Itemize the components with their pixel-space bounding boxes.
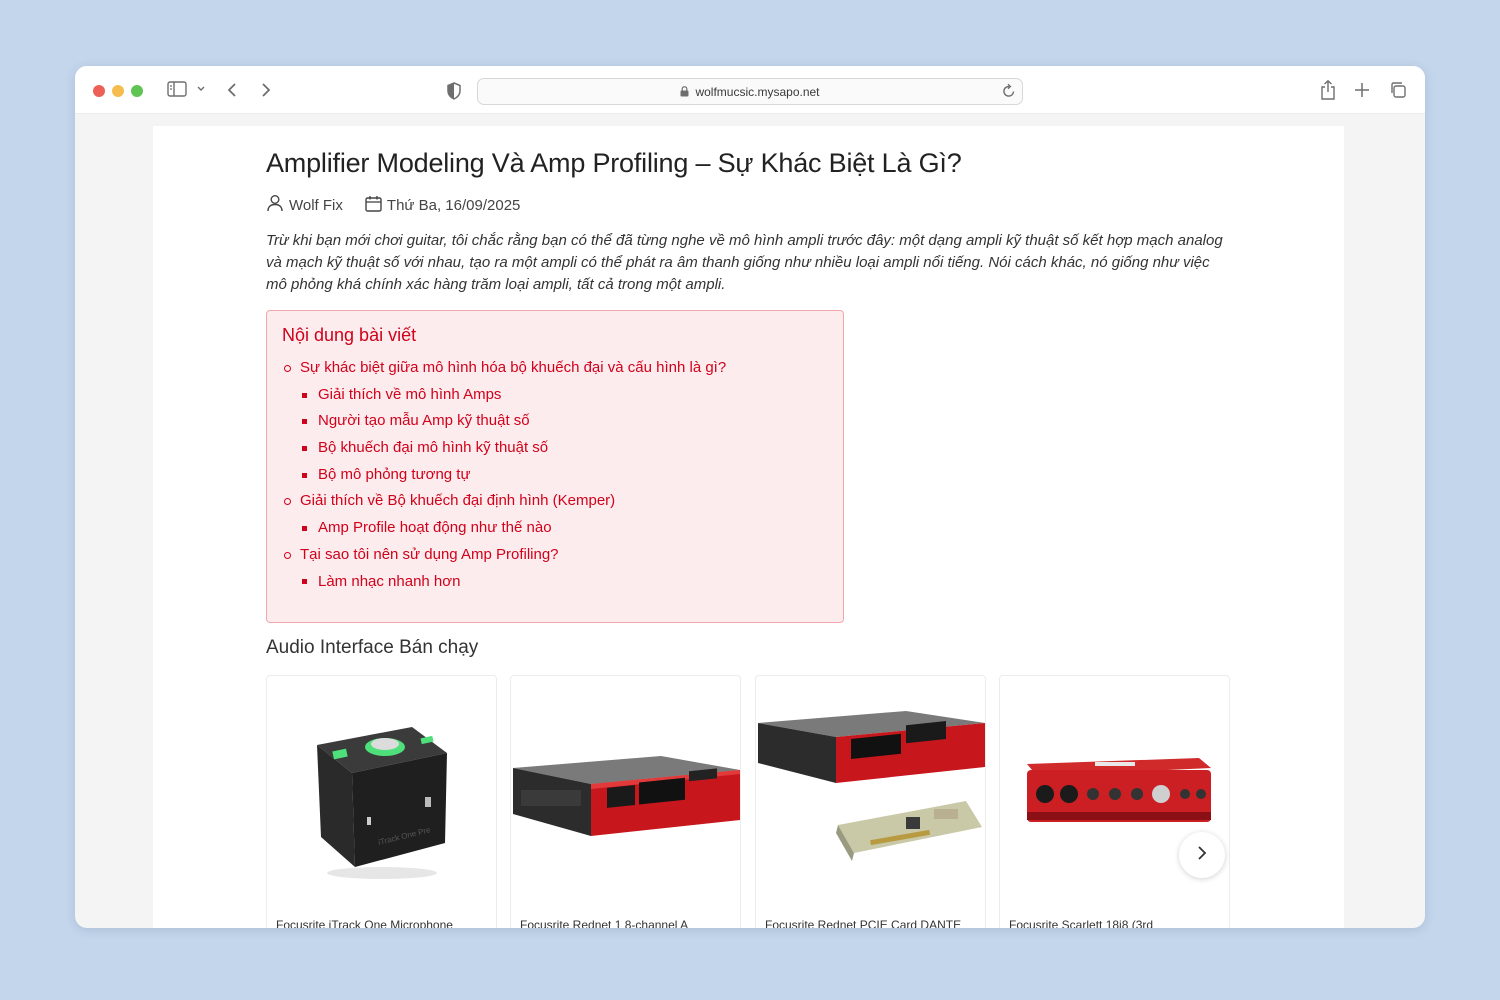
product-card[interactable]: Focusrite Rednet PCIE Card DANTE	[755, 675, 986, 928]
toc-item-label[interactable]: Làm nhạc nhanh hơn	[318, 569, 460, 596]
close-window-button[interactable]	[93, 85, 105, 97]
table-of-contents: Nội dung bài viết Sự khác biệt giữa mô h…	[266, 310, 844, 623]
publish-date: Thứ Ba, 16/09/2025	[365, 195, 520, 216]
shield-icon[interactable]	[446, 82, 462, 100]
square-bullet-icon	[302, 445, 307, 451]
article-intro: Trừ khi bạn mới chơi guitar, tôi chắc rằ…	[266, 232, 1223, 293]
toc-item[interactable]: Tại sao tôi nên sử dụng Amp Profiling?	[282, 542, 843, 569]
toc-item-label[interactable]: Tại sao tôi nên sử dụng Amp Profiling?	[300, 542, 559, 569]
reload-icon[interactable]	[1002, 83, 1016, 102]
toc-item[interactable]: Làm nhạc nhanh hơn	[282, 569, 843, 596]
new-tab-icon[interactable]	[1354, 82, 1370, 98]
url-text: wolfmucsic.mysapo.net	[695, 84, 820, 99]
minimize-window-button[interactable]	[112, 85, 124, 97]
chevron-down-icon[interactable]	[196, 85, 206, 93]
toc-title: Nội dung bài viết	[282, 325, 417, 345]
share-icon[interactable]	[1319, 79, 1337, 101]
toc-item[interactable]: Giải thích về mô hình Amps	[282, 382, 843, 409]
sidebar-icon[interactable]	[167, 81, 187, 97]
browser-toolbar: wolfmucsic.mysapo.net	[75, 66, 1425, 114]
chevron-right-icon	[1196, 844, 1208, 867]
browser-window: wolfmucsic.mysapo.net Amplifier Modeling…	[75, 66, 1425, 928]
address-bar[interactable]: wolfmucsic.mysapo.net	[477, 78, 1023, 105]
square-bullet-icon	[302, 579, 307, 585]
product-name[interactable]: Focusrite Rednet PCIE Card DANTE	[765, 918, 977, 928]
toc-item[interactable]: Sự khác biệt giữa mô hình hóa bộ khuếch …	[282, 355, 843, 382]
square-bullet-icon	[302, 392, 307, 398]
calendar-icon	[365, 195, 387, 216]
article-title: Amplifier Modeling Và Amp Profiling – Sự…	[266, 148, 962, 178]
toc-item[interactable]: Giải thích về Bộ khuếch đại định hình (K…	[282, 488, 843, 515]
circle-bullet-icon	[284, 498, 291, 506]
maximize-window-button[interactable]	[131, 85, 143, 97]
toc-item-label[interactable]: Giải thích về Bộ khuếch đại định hình (K…	[300, 488, 615, 515]
article-meta: Wolf Fix Thứ Ba, 16/09/2025	[266, 194, 542, 216]
product-image-itrack-one-pre[interactable]: iTrack One Pre	[267, 690, 496, 900]
toc-list: Sự khác biệt giữa mô hình hóa bộ khuếch …	[282, 355, 843, 595]
product-card[interactable]: iTrack One Pre Focusrite iTrack One Micr…	[266, 675, 497, 928]
square-bullet-icon	[302, 525, 307, 531]
carousel-next-button[interactable]	[1179, 832, 1225, 878]
toc-item[interactable]: Bộ mô phỏng tương tự	[282, 462, 843, 489]
user-icon	[266, 194, 289, 216]
toc-item-label[interactable]: Amp Profile hoạt động như thế nào	[318, 515, 552, 542]
square-bullet-icon	[302, 472, 307, 478]
product-name[interactable]: Focusrite Rednet 1 8-channel A	[520, 918, 732, 928]
toc-item-label[interactable]: Bộ mô phỏng tương tự	[318, 462, 471, 489]
toc-item[interactable]: Amp Profile hoạt động như thế nào	[282, 515, 843, 542]
product-card[interactable]: Focusrite Scarlett 18i8 (3rd	[999, 675, 1230, 928]
author[interactable]: Wolf Fix	[266, 194, 343, 216]
product-name[interactable]: Focusrite iTrack One Microphone	[276, 918, 488, 928]
back-icon[interactable]	[225, 81, 239, 99]
date-text: Thứ Ba, 16/09/2025	[386, 196, 521, 214]
products-section-title: Audio Interface Bán chạy	[266, 637, 479, 658]
toc-item-label[interactable]: Bộ khuếch đại mô hình kỹ thuật số	[318, 435, 548, 462]
author-name: Wolf Fix	[289, 196, 343, 214]
toc-item-label[interactable]: Giải thích về mô hình Amps	[318, 382, 501, 409]
square-bullet-icon	[302, 419, 307, 425]
lock-icon	[680, 86, 689, 97]
forward-icon[interactable]	[259, 81, 273, 99]
product-carousel: iTrack One Pre Focusrite iTrack One Micr…	[266, 675, 1230, 928]
toc-item-label[interactable]: Sự khác biệt giữa mô hình hóa bộ khuếch …	[300, 355, 726, 382]
circle-bullet-icon	[284, 551, 291, 559]
web-page: Amplifier Modeling Và Amp Profiling – Sự…	[153, 126, 1344, 928]
product-card[interactable]: Focusrite Rednet 1 8-channel A	[510, 675, 741, 928]
toc-item[interactable]: Người tạo mẫu Amp kỹ thuật số	[282, 408, 843, 435]
circle-bullet-icon	[284, 364, 291, 372]
product-image-rednet-1-rack[interactable]	[511, 690, 740, 900]
product-name[interactable]: Focusrite Scarlett 18i8 (3rd	[1009, 918, 1221, 928]
tab-overview-icon[interactable]	[1389, 81, 1407, 99]
product-image-rednet-pcie-card[interactable]	[756, 690, 985, 900]
toc-item[interactable]: Bộ khuếch đại mô hình kỹ thuật số	[282, 435, 843, 462]
toc-item-label[interactable]: Người tạo mẫu Amp kỹ thuật số	[318, 408, 530, 435]
